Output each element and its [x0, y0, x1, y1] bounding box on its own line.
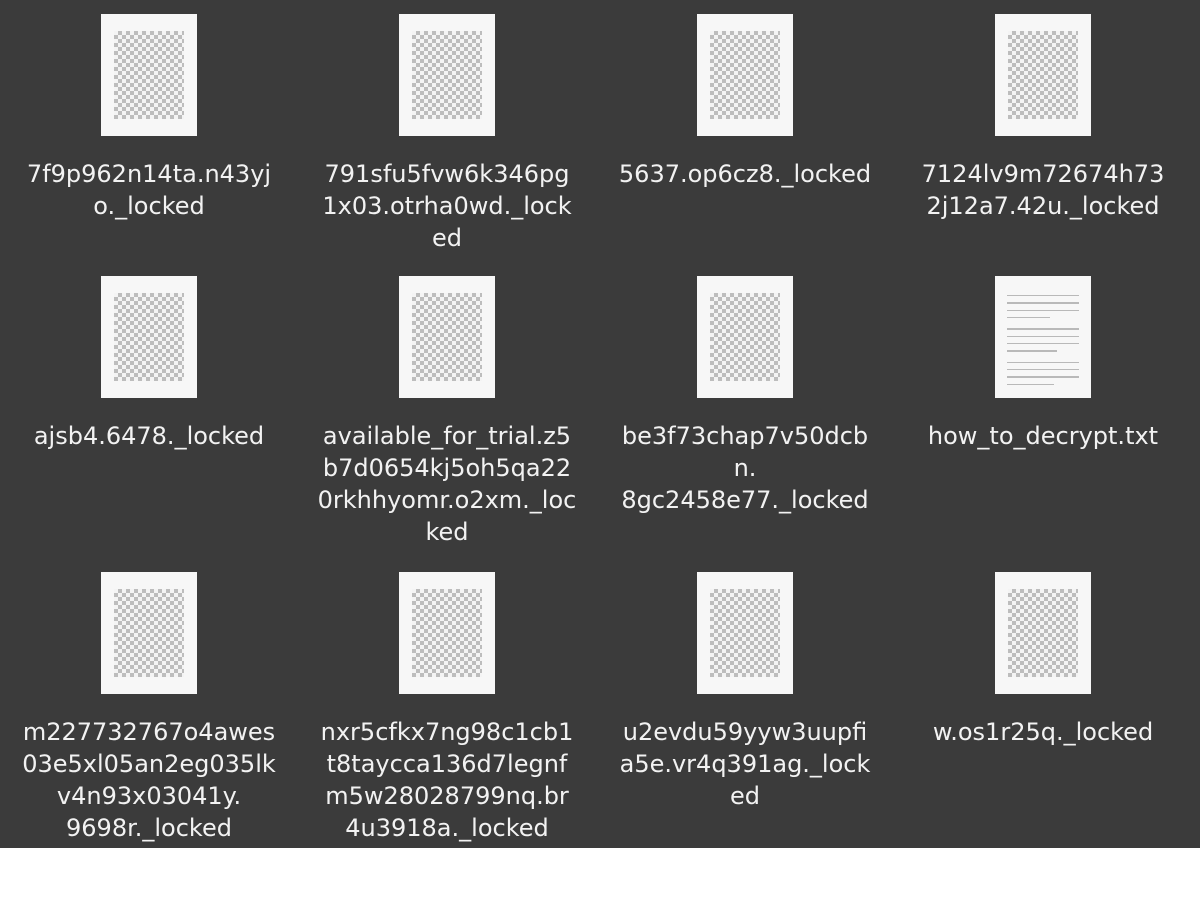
image-placeholder-icon	[399, 276, 495, 398]
image-placeholder-icon	[399, 572, 495, 694]
image-placeholder-icon	[101, 276, 197, 398]
image-placeholder-icon	[101, 14, 197, 136]
file-item[interactable]: be3f73chap7v50dcb n. 8gc2458e77._locked	[596, 272, 894, 568]
file-name-label: 7f9p962n14ta.n43yj o._locked	[26, 160, 272, 220]
file-item[interactable]: m227732767o4awes 03e5xl05an2eg035lk v4n93x…	[0, 568, 298, 848]
file-item[interactable]: u2evdu59yyw3uupfi a5e.vr4q391ag._lock ed	[596, 568, 894, 848]
file-name-label: 7124lv9m72674h73 2j12a7.42u._locked	[921, 160, 1165, 220]
file-item[interactable]: how_to_decrypt.txt	[894, 272, 1192, 568]
image-placeholder-icon	[101, 572, 197, 694]
file-name-label: available_for_trial.z5 b7d0654kj5oh5qa22 0…	[317, 422, 577, 546]
image-placeholder-icon	[697, 276, 793, 398]
file-item[interactable]: 791sfu5fvw6k346pg 1x03.otrha0wd._lock ed	[298, 10, 596, 272]
file-name-label: how_to_decrypt.txt	[927, 422, 1159, 450]
file-name-label: w.os1r25q._locked	[932, 718, 1154, 746]
file-item[interactable]: nxr5cfkx7ng98c1cb1 t8taycca136d7legnf m5w2…	[298, 568, 596, 848]
file-item[interactable]: 7124lv9m72674h73 2j12a7.42u._locked	[894, 10, 1192, 272]
file-item[interactable]: 5637.op6cz8._locked	[596, 10, 894, 272]
image-placeholder-icon	[399, 14, 495, 136]
file-item[interactable]: 7f9p962n14ta.n43yj o._locked	[0, 10, 298, 272]
file-name-label: be3f73chap7v50dcb n. 8gc2458e77._locked	[621, 422, 869, 514]
file-name-label: 791sfu5fvw6k346pg 1x03.otrha0wd._lock ed	[322, 160, 572, 252]
file-name-label: nxr5cfkx7ng98c1cb1 t8taycca136d7legnf m5w2…	[320, 718, 574, 842]
image-placeholder-icon	[995, 572, 1091, 694]
file-item[interactable]: available_for_trial.z5 b7d0654kj5oh5qa22 0…	[298, 272, 596, 568]
image-placeholder-icon	[697, 14, 793, 136]
text-document-icon	[995, 276, 1091, 398]
file-item[interactable]: ajsb4.6478._locked	[0, 272, 298, 568]
file-name-label: 5637.op6cz8._locked	[618, 160, 872, 188]
image-placeholder-icon	[697, 572, 793, 694]
image-placeholder-icon	[995, 14, 1091, 136]
file-grid: 7f9p962n14ta.n43yj o._locked 791sfu5fvw6k…	[0, 10, 1200, 848]
file-name-label: u2evdu59yyw3uupfi a5e.vr4q391ag._lock ed	[619, 718, 871, 810]
file-item[interactable]: w.os1r25q._locked	[894, 568, 1192, 848]
file-name-label: ajsb4.6478._locked	[33, 422, 265, 450]
file-name-label: m227732767o4awes 03e5xl05an2eg035lk v4n93x…	[22, 718, 276, 842]
file-browser-panel: 7f9p962n14ta.n43yj o._locked 791sfu5fvw6k…	[0, 0, 1200, 848]
blank-area	[0, 848, 1200, 900]
